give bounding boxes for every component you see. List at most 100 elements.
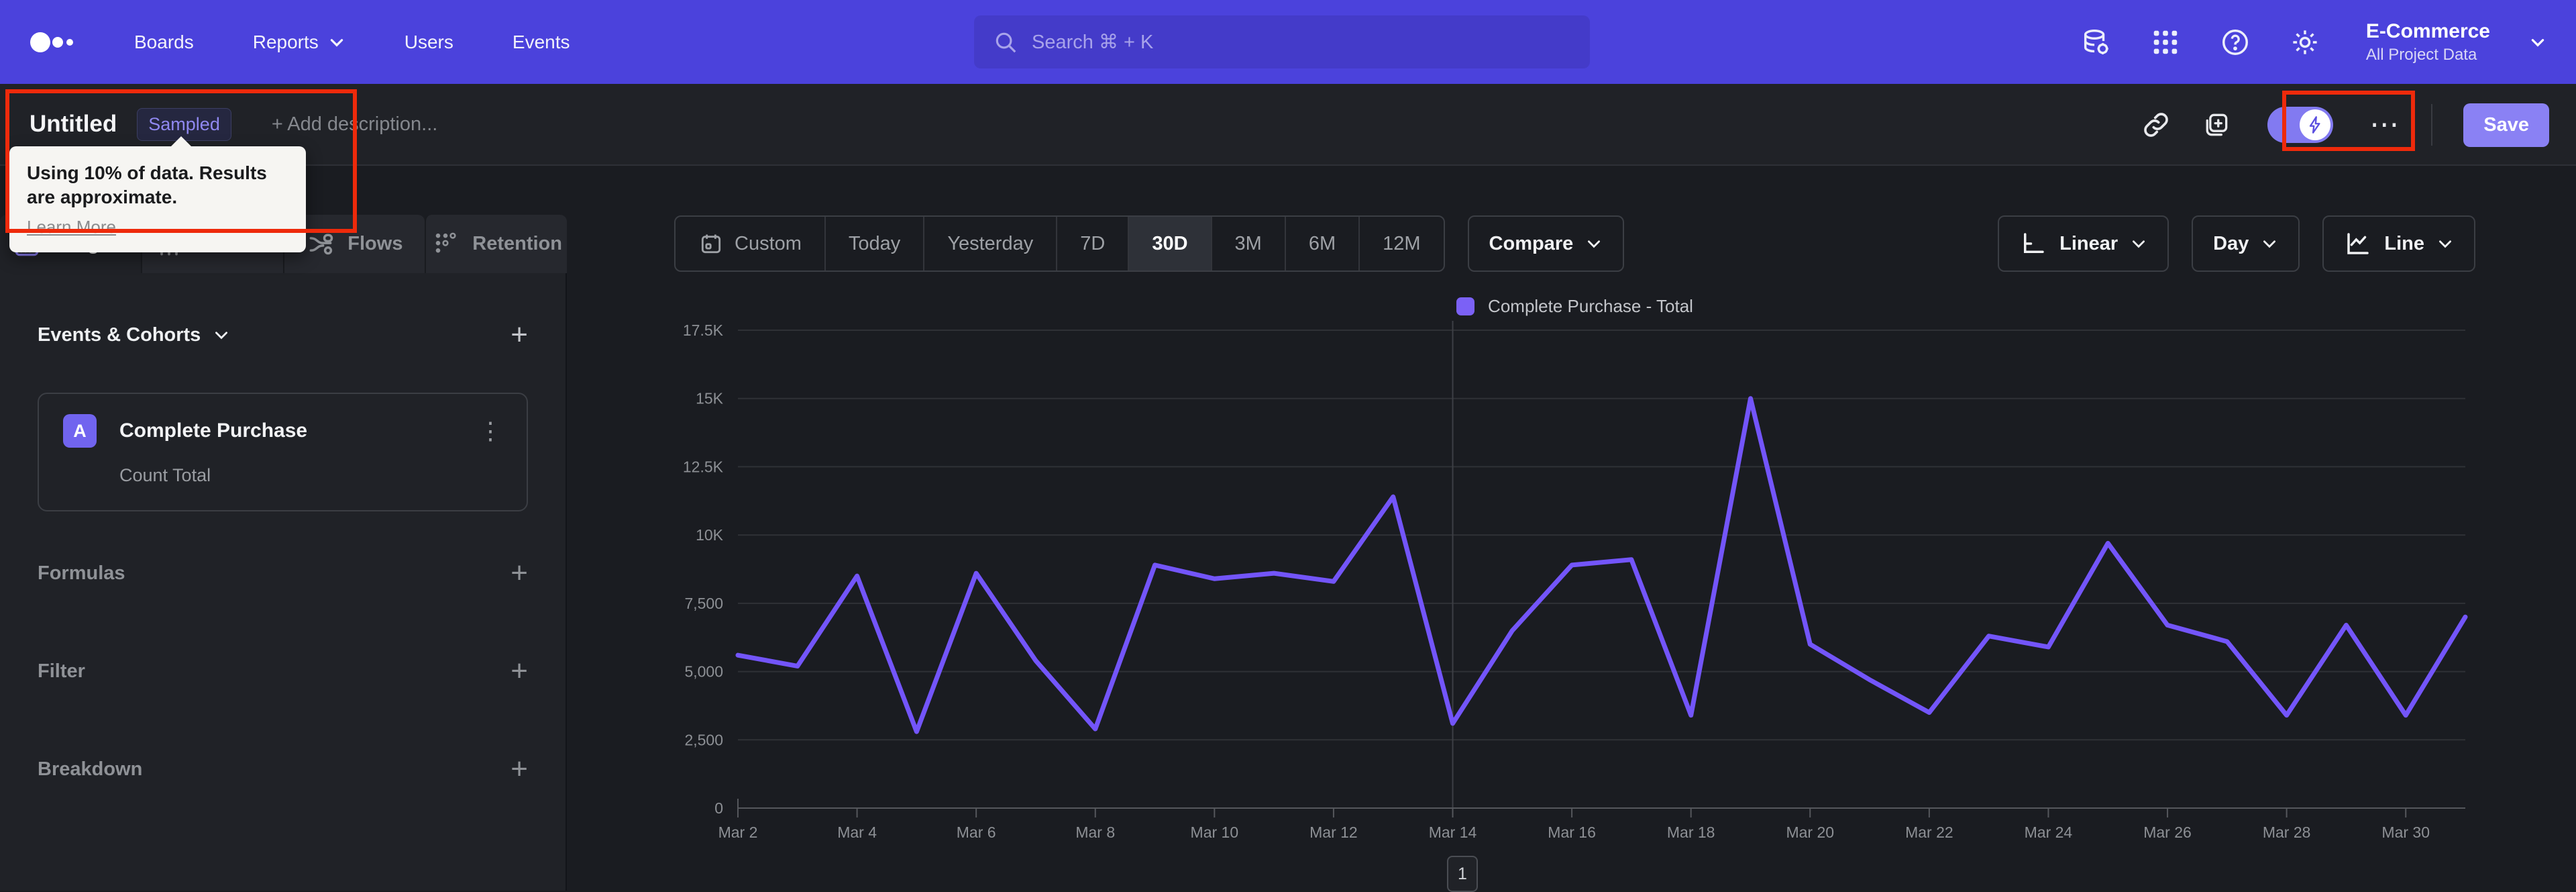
- svg-text:17.5K: 17.5K: [683, 321, 724, 339]
- chart-legend[interactable]: Complete Purchase - Total: [674, 296, 2475, 317]
- svg-text:10K: 10K: [696, 526, 724, 544]
- linear-axis-icon: [2024, 233, 2044, 253]
- search-icon: [996, 32, 1016, 52]
- section-label: Breakdown: [38, 758, 143, 780]
- filter-section: Filter +: [38, 656, 528, 686]
- nav-item-users[interactable]: Users: [405, 32, 453, 53]
- chart-toolbar: Custom Today Yesterday 7D 30D 3M 6M 12M …: [674, 215, 2475, 272]
- svg-text:2,500: 2,500: [684, 731, 723, 748]
- scale-label: Linear: [2059, 232, 2118, 254]
- add-event-button[interactable]: +: [511, 320, 528, 350]
- svg-text:Mar 14: Mar 14: [1429, 824, 1477, 841]
- range-label: 7D: [1080, 232, 1106, 254]
- save-button[interactable]: Save: [2463, 103, 2549, 147]
- project-name: E-Commerce: [2365, 19, 2490, 42]
- sampling-tooltip: Using 10% of data. Results are approxima…: [9, 136, 306, 252]
- line-chart[interactable]: 17.5K 15K 12.5K 10K 7,500 5,000 2,500 0 Mar 2 Mar…: [674, 321, 2475, 858]
- range-today[interactable]: Today: [824, 217, 923, 270]
- project-scope: All Project Data: [2365, 45, 2477, 64]
- range-label: 12M: [1383, 232, 1421, 254]
- range-custom[interactable]: Custom: [676, 217, 824, 270]
- nav-item-label: Boards: [134, 31, 194, 52]
- add-to-board-icon[interactable]: [2202, 110, 2231, 140]
- nav-item-events[interactable]: Events: [513, 32, 570, 53]
- formulas-section: Formulas +: [38, 558, 528, 588]
- scale-select[interactable]: Linear: [1998, 215, 2169, 272]
- svg-text:Mar 10: Mar 10: [1191, 824, 1239, 841]
- retention-icon: [435, 232, 456, 252]
- line-chart-icon: [2347, 233, 2369, 254]
- range-6m[interactable]: 6M: [1284, 217, 1358, 270]
- section-label: Filter: [38, 660, 85, 682]
- divider: [2431, 104, 2433, 146]
- chart-area: Custom Today Yesterday 7D 30D 3M 6M 12M …: [567, 166, 2576, 892]
- settings-gear-icon[interactable]: [2290, 27, 2320, 58]
- data-management-icon[interactable]: [2080, 27, 2111, 58]
- add-description-button[interactable]: + Add description...: [272, 113, 437, 136]
- svg-text:Mar 22: Mar 22: [1905, 824, 1953, 841]
- svg-text:Mar 6: Mar 6: [957, 824, 996, 841]
- range-yesterday[interactable]: Yesterday: [923, 217, 1056, 270]
- compare-button[interactable]: Compare: [1467, 215, 1625, 272]
- report-title[interactable]: Untitled: [30, 111, 117, 138]
- apps-grid-icon[interactable]: [2150, 27, 2181, 58]
- report-header: Untitled Sampled + Add description... ⋯ …: [0, 84, 2576, 166]
- svg-text:Mar 12: Mar 12: [1309, 824, 1358, 841]
- section-label: Formulas: [38, 562, 125, 584]
- chevron-down-icon: [2263, 240, 2276, 248]
- content-area: Insights Funnels Flows Re: [0, 166, 2576, 892]
- breakdown-section: Breakdown +: [38, 754, 528, 784]
- pagination-page-button[interactable]: 1: [1447, 856, 1478, 892]
- legend-swatch: [1456, 297, 1475, 315]
- svg-text:Mar 28: Mar 28: [2263, 824, 2311, 841]
- add-formula-button[interactable]: +: [511, 558, 528, 588]
- mixpanel-logo-icon[interactable]: [30, 29, 76, 56]
- event-series-badge: A: [63, 414, 97, 448]
- tab-retention[interactable]: Retention: [425, 215, 567, 273]
- top-nav: Boards Reports Users Events Search ⌘ + K: [0, 0, 2576, 84]
- event-kebab-menu[interactable]: ⋮: [478, 417, 502, 445]
- more-options-button[interactable]: ⋯: [2369, 110, 2400, 140]
- range-label: 30D: [1152, 232, 1188, 254]
- help-icon[interactable]: [2220, 27, 2251, 58]
- tooltip-text: Using 10% of data. Results are approxima…: [27, 162, 267, 208]
- add-breakdown-button[interactable]: +: [511, 754, 528, 784]
- event-name[interactable]: Complete Purchase: [119, 419, 478, 442]
- legend-label: Complete Purchase - Total: [1488, 296, 1693, 316]
- query-builder-sidebar: Insights Funnels Flows Re: [0, 166, 567, 891]
- chevron-down-icon: [215, 332, 228, 340]
- sampling-toggle[interactable]: [2267, 107, 2334, 143]
- nav-item-reports[interactable]: Reports: [253, 32, 345, 53]
- nav-item-label: Users: [404, 31, 453, 52]
- chevron-down-icon: [2133, 240, 2145, 248]
- compare-label: Compare: [1489, 232, 1574, 254]
- range-12m[interactable]: 12M: [1358, 217, 1443, 270]
- chart-type-select[interactable]: Line: [2322, 215, 2475, 272]
- range-3m[interactable]: 3M: [1210, 217, 1285, 270]
- range-label: Custom: [735, 232, 802, 254]
- range-label: Today: [848, 232, 901, 254]
- range-7d[interactable]: 7D: [1056, 217, 1128, 270]
- add-filter-button[interactable]: +: [511, 656, 528, 686]
- range-label: 6M: [1308, 232, 1336, 254]
- event-card[interactable]: A Complete Purchase ⋮ Count Total: [38, 393, 528, 511]
- event-metric[interactable]: Count Total: [119, 465, 502, 486]
- events-cohorts-title[interactable]: Events & Cohorts: [38, 324, 230, 346]
- search-input[interactable]: Search ⌘ + K: [974, 15, 1590, 68]
- copy-link-icon[interactable]: [2141, 110, 2171, 140]
- flows-icon: [309, 234, 333, 254]
- interval-select[interactable]: Day: [2192, 215, 2300, 272]
- range-label: Yesterday: [947, 232, 1034, 254]
- project-selector[interactable]: E-Commerce All Project Data: [2366, 20, 2490, 64]
- tab-label: Flows: [347, 233, 403, 254]
- calendar-icon: [701, 234, 721, 254]
- tab-label: Retention: [472, 233, 562, 254]
- interval-label: Day: [2213, 232, 2249, 254]
- date-range-control: Custom Today Yesterday 7D 30D 3M 6M 12M: [674, 215, 1445, 272]
- learn-more-link[interactable]: Learn More: [27, 217, 116, 238]
- nav-item-boards[interactable]: Boards: [134, 32, 194, 53]
- nav-item-label: Reports: [252, 31, 319, 52]
- svg-text:7,500: 7,500: [684, 595, 723, 612]
- range-30d[interactable]: 30D: [1128, 217, 1211, 270]
- events-cohorts-section: Events & Cohorts +: [38, 320, 528, 350]
